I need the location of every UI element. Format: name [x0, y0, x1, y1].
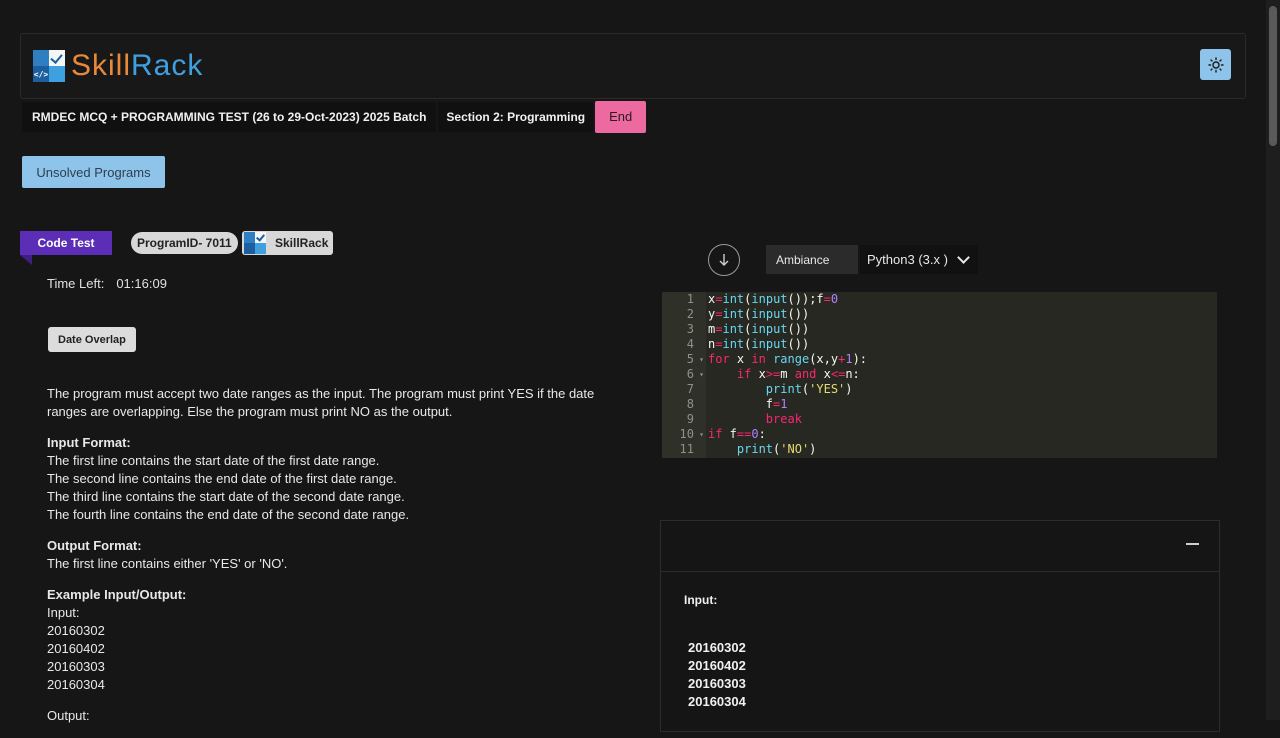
- logo-text: SkillRack: [71, 50, 203, 82]
- output-format-block: Output Format: The first line contains e…: [47, 537, 627, 573]
- end-test-button[interactable]: End: [595, 101, 647, 133]
- code-area[interactable]: x=int(input());f=0 y=int(input()) m=int(in…: [706, 292, 1217, 458]
- line-number: 7: [686, 382, 694, 396]
- problem-description: The program must accept two date ranges …: [47, 385, 627, 738]
- line-number: 11: [679, 442, 694, 456]
- theme-toggle-button[interactable]: [1200, 49, 1231, 80]
- program-id-badge: ProgramID- 7011: [131, 232, 238, 254]
- line-number: 9: [686, 412, 694, 426]
- example-input-value: 20160402: [47, 641, 105, 656]
- code-line[interactable]: print('YES'): [708, 382, 1217, 397]
- code-line[interactable]: y=int(input()): [708, 307, 1217, 322]
- skillrack-badge-label: SkillRack: [275, 236, 329, 250]
- input-format-line: The second line contains the end date of…: [47, 471, 397, 486]
- output-input-value: 20160303: [688, 676, 746, 691]
- input-format-heading: Input Format:: [47, 435, 131, 450]
- example-input-value: 20160304: [47, 677, 105, 692]
- header-bar: </> SkillRack: [20, 33, 1246, 99]
- code-line[interactable]: n=int(input()): [708, 337, 1217, 352]
- scrollbar-thumb[interactable]: [1269, 6, 1277, 146]
- line-number: 8: [686, 397, 694, 411]
- input-format-line: The fourth line contains the end date of…: [47, 507, 410, 522]
- example-input-value: 20160303: [47, 659, 105, 674]
- test-bar: RMDEC MCQ + PROGRAMMING TEST (26 to 29-O…: [22, 101, 647, 133]
- line-number: 2: [686, 307, 694, 321]
- code-line[interactable]: break: [708, 412, 1217, 427]
- chevron-down-icon: [957, 251, 970, 264]
- input-format-line: The third line contains the start date o…: [47, 489, 405, 504]
- output-input-value: 20160304: [688, 694, 746, 709]
- skillrack-mini-icon: [244, 232, 266, 254]
- output-format-line: The first line contains either 'YES' or …: [47, 556, 288, 571]
- code-line[interactable]: f=1: [708, 397, 1217, 412]
- example-output-label: Output:: [47, 708, 90, 723]
- page-scrollbar[interactable]: [1266, 0, 1280, 720]
- line-number: 4: [686, 337, 694, 351]
- code-line[interactable]: m=int(input()): [708, 322, 1217, 337]
- example-heading: Example Input/Output:: [47, 587, 187, 602]
- output-panel: Input: 20160302 20160402 20160303 201603…: [660, 520, 1220, 732]
- time-left-value: 01:16:09: [116, 276, 167, 291]
- input-format-line: The first line contains the start date o…: [47, 453, 380, 468]
- output-input-values: 20160302 20160402 20160303 20160304: [688, 639, 746, 711]
- language-select[interactable]: Python3 (3.x ): [860, 245, 978, 274]
- language-select-value: Python3 (3.x ): [867, 252, 948, 267]
- line-number: 3: [686, 322, 694, 336]
- line-number[interactable]: 6: [662, 367, 706, 382]
- code-test-ribbon: Code Test: [20, 231, 112, 265]
- unsolved-programs-button[interactable]: Unsolved Programs: [22, 156, 165, 188]
- example-input-value: 20160302: [47, 623, 105, 638]
- editor-theme-select[interactable]: Ambiance: [766, 245, 858, 274]
- code-line[interactable]: print('NO'): [708, 442, 1217, 457]
- sun-icon: [1207, 56, 1224, 73]
- code-line[interactable]: x=int(input());f=0: [708, 292, 1217, 307]
- collapse-icon[interactable]: [1186, 543, 1199, 545]
- line-number[interactable]: 5: [662, 352, 706, 367]
- skillrack-badge: SkillRack: [242, 231, 333, 255]
- output-input-label: Input:: [684, 593, 718, 607]
- logo-text-skill: Skill: [71, 49, 132, 82]
- editor-gutter: 1 2 3 4 5 6 7 8 9 10 11: [662, 292, 706, 458]
- time-left: Time Left: 01:16:09: [47, 276, 167, 291]
- line-number[interactable]: 10: [662, 427, 706, 442]
- time-left-label: Time Left:: [47, 276, 105, 291]
- code-line[interactable]: if x>=m and x<=n:: [708, 367, 1217, 382]
- download-code-button[interactable]: [708, 244, 740, 276]
- example-output-block: Output:: [47, 707, 627, 725]
- code-line[interactable]: for x in range(x,y+1):: [708, 352, 1217, 367]
- arrow-down-icon: [719, 254, 729, 266]
- code-line[interactable]: if f==0:: [708, 427, 1217, 442]
- description-intro: The program must accept two date ranges …: [47, 386, 595, 419]
- output-input-value: 20160302: [688, 640, 746, 655]
- example-input-label: Input:: [47, 605, 80, 620]
- output-format-heading: Output Format:: [47, 538, 142, 553]
- example-block: Example Input/Output: Input: 20160302 20…: [47, 586, 627, 694]
- section-title: Section 2: Programming: [438, 102, 594, 132]
- output-input-value: 20160402: [688, 658, 746, 673]
- input-format-block: Input Format: The first line contains th…: [47, 434, 627, 524]
- line-number: 1: [686, 292, 694, 306]
- logo-mark-icon: </>: [33, 50, 65, 82]
- skillrack-logo[interactable]: </> SkillRack: [33, 50, 203, 82]
- test-title: RMDEC MCQ + PROGRAMMING TEST (26 to 29-O…: [22, 102, 437, 132]
- program-name-badge: Date Overlap: [48, 327, 136, 352]
- output-panel-header: [661, 521, 1219, 572]
- logo-text-rack: Rack: [131, 49, 204, 82]
- code-editor[interactable]: 1 2 3 4 5 6 7 8 9 10 11 x=int(input());f…: [662, 292, 1217, 458]
- logo-mark-text: </>: [33, 66, 49, 82]
